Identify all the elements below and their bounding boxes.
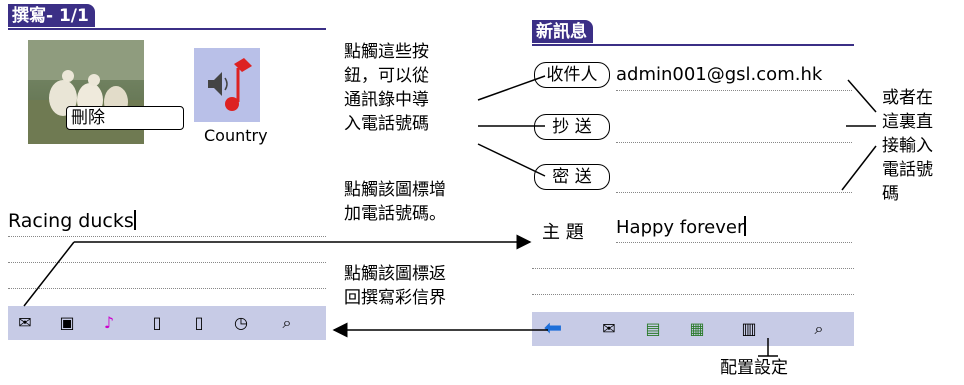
callout-lines bbox=[23, 75, 877, 357]
